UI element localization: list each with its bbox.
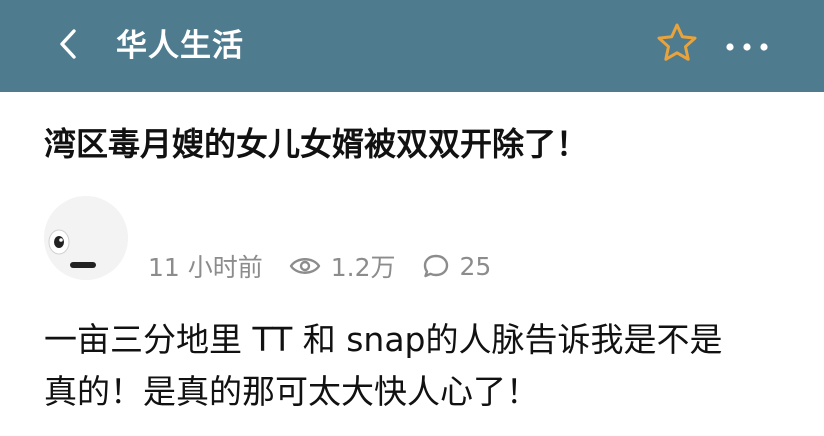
post-title: 湾区毒月嫂的女儿女婿被双双开除了！ xyxy=(44,125,589,163)
page-title: 华人生活 xyxy=(116,28,244,64)
more-options-button[interactable] xyxy=(722,26,772,66)
eye-icon xyxy=(289,255,321,277)
chevron-left-icon xyxy=(57,28,79,64)
avatar[interactable] xyxy=(44,196,128,280)
post-body-line: 真的！是真的那可太大快人心了！ xyxy=(44,372,539,411)
more-horizontal-icon xyxy=(725,37,769,56)
post-time: 11 小时前 xyxy=(148,253,263,282)
favorite-button[interactable] xyxy=(652,20,702,70)
post-body: 一亩三分地里 TT 和 snap的人脉告诉我是不是 真的！是真的那可太大快人心了… xyxy=(44,314,804,418)
top-nav-bar: 华人生活 xyxy=(0,0,824,92)
post-body-line: 一亩三分地里 TT 和 snap的人脉告诉我是不是 xyxy=(44,320,723,359)
post-meta: 11 小时前 1.2万 25 xyxy=(148,246,491,286)
back-button[interactable] xyxy=(48,26,88,66)
comment-icon[interactable] xyxy=(422,253,450,279)
comment-count: 25 xyxy=(459,251,492,281)
star-outline-icon xyxy=(655,21,699,69)
view-count: 1.2万 xyxy=(330,253,396,282)
